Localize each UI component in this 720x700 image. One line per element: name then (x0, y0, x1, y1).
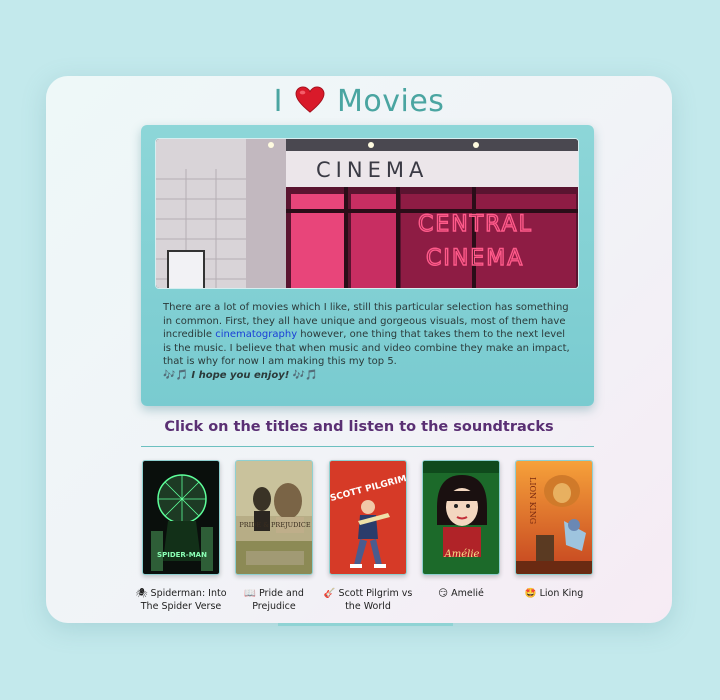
intro-paragraph: There are a lot of movies which I like, … (163, 301, 575, 369)
enjoy-line: 🎶🎵 I hope you enjoy! 🎶🎵 (163, 370, 318, 381)
cinema-sign-text: CINEMA (316, 158, 428, 182)
movie-title-text: Pride and Prejudice (252, 588, 304, 612)
movie-card-amelie: Amélie (422, 460, 500, 575)
movie-title-text: Scott Pilgrim vs the World (338, 588, 413, 612)
movie-card-scott: SCOTT PILGRIM (329, 460, 407, 575)
book-icon: 📖 (244, 588, 256, 599)
star-struck-icon: 🤩 (524, 588, 537, 599)
main-card: I Movies CINEMA CENTRAL CINEMA There are… (46, 76, 672, 623)
music-notes-icon: 🎶🎵 (292, 370, 318, 381)
music-notes-icon: 🎶🎵 (163, 370, 188, 381)
divider (141, 446, 594, 447)
neon-line-2: CINEMA (426, 246, 524, 271)
movie-title-scott[interactable]: 🎸 Scott Pilgrim vs the World (318, 587, 418, 613)
poster-title: Amélie (444, 549, 480, 560)
heart-icon (295, 86, 325, 113)
title-prefix: I (273, 84, 283, 119)
neon-line-1: CENTRAL (418, 212, 533, 237)
soundtracks-heading: Click on the titles and listen to the so… (164, 419, 554, 435)
movie-card-spiderman: SPIDER-MAN (142, 460, 220, 575)
cinematography-link[interactable]: cinematography (215, 329, 297, 340)
movie-card-lionking: LION KING (515, 460, 593, 575)
movie-title-pride[interactable]: 📖 Pride and Prejudice (224, 587, 324, 613)
title-suffix: Movies (337, 84, 445, 119)
spider-icon: 🕷 (135, 588, 148, 599)
cinema-hero-image: CINEMA CENTRAL CINEMA (155, 138, 579, 289)
poster-pride: PRIDE & PREJUDICE (235, 460, 313, 575)
movie-title-amelie[interactable]: 😏 Amelié (411, 587, 511, 600)
movie-title-spiderman[interactable]: 🕷 Spiderman: Into The Spider Verse (131, 587, 231, 613)
poster-title: PRIDE & PREJUDICE (239, 521, 311, 529)
bottom-accent-bar (278, 623, 453, 626)
guitar-icon: 🎸 (323, 588, 336, 599)
poster-lionking: LION KING (515, 460, 593, 575)
poster-title: SPIDER-MAN (157, 551, 207, 559)
page-title: I Movies (46, 84, 672, 119)
poster-amelie: Amélie (422, 460, 500, 575)
movie-card-pride: PRIDE & PREJUDICE (235, 460, 313, 575)
poster-title: LION KING (528, 477, 537, 524)
poster-spiderman: SPIDER-MAN (142, 460, 220, 575)
movie-title-text: Amelié (451, 588, 484, 599)
enjoy-text: I hope you enjoy! (191, 370, 290, 381)
movie-title-text: Spiderman: Into The Spider Verse (140, 588, 227, 612)
intro-panel: CINEMA CENTRAL CINEMA There are a lot of… (141, 125, 594, 406)
movie-title-text: Lion King (539, 588, 584, 599)
movie-title-lionking[interactable]: 🤩 Lion King (504, 587, 604, 600)
smirk-icon: 😏 (438, 588, 449, 599)
poster-scott: SCOTT PILGRIM (329, 460, 407, 575)
